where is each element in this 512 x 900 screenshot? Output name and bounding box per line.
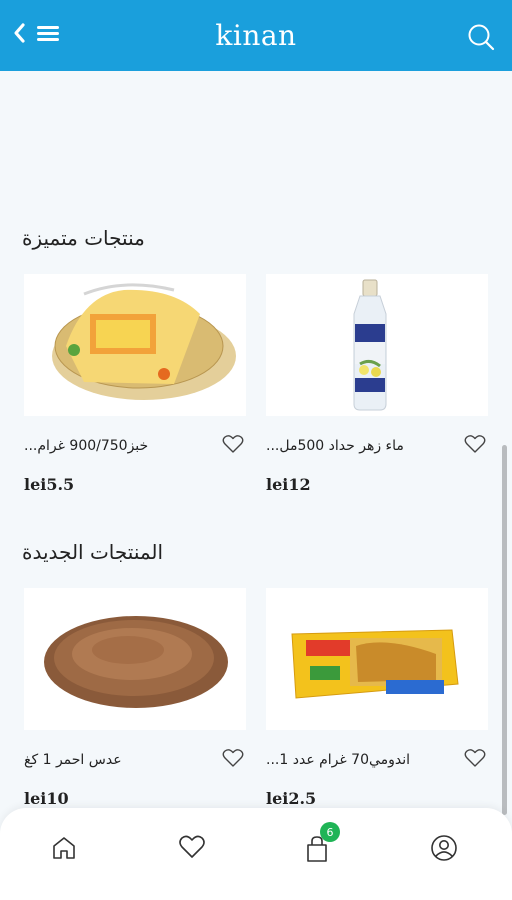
cart-count-badge: 6 (320, 822, 340, 842)
heart-icon (464, 749, 486, 767)
favorite-button[interactable] (222, 748, 244, 772)
product-price: lei10 (24, 789, 69, 808)
scrollbar[interactable] (502, 445, 507, 815)
product-image[interactable] (266, 274, 488, 416)
search-icon (468, 24, 495, 51)
product-name-row: ماء زهر حداد 500مل... (266, 434, 488, 458)
top-app-bar: kinan (0, 0, 512, 71)
product-name-row: عدس احمر 1 كغ (24, 748, 246, 772)
home-icon (53, 837, 75, 859)
section-title-new: المنتجات الجديدة (22, 540, 164, 564)
menu-icon (37, 26, 59, 41)
product-price: lei2.5 (266, 789, 317, 808)
favorite-button[interactable] (222, 434, 244, 458)
heart-icon (179, 835, 205, 858)
bottom-nav: 6 (0, 808, 512, 900)
nav-cart[interactable]: 6 (304, 822, 340, 868)
product-image[interactable] (24, 274, 246, 416)
product-image[interactable] (24, 588, 246, 730)
product-name[interactable]: عدس احمر 1 كغ (24, 752, 122, 768)
product-name-row: خبز900/750 غرام... (24, 434, 246, 458)
product-card[interactable]: خبز900/750 غرام... lei5.5 (24, 274, 246, 494)
nav-favorites[interactable] (178, 834, 206, 864)
chevron-left-icon (14, 23, 25, 43)
menu-button[interactable] (36, 23, 60, 43)
nav-profile[interactable] (430, 834, 458, 866)
product-image[interactable] (266, 588, 488, 730)
nav-home[interactable] (50, 834, 78, 866)
product-card[interactable]: ماء زهر حداد 500مل... lei12 (266, 274, 488, 494)
section-title-featured: منتجات متميزة (22, 226, 145, 250)
heart-icon (222, 749, 244, 767)
product-price: lei5.5 (24, 475, 75, 494)
product-name[interactable]: خبز900/750 غرام... (24, 438, 148, 454)
favorite-button[interactable] (464, 748, 486, 772)
product-card[interactable]: اندومي70 غرام عدد 1... lei2.5 (266, 588, 488, 808)
header-left-controls (12, 22, 60, 44)
search-button[interactable] (466, 22, 496, 56)
user-icon (431, 835, 457, 861)
app-title: kinan (215, 19, 297, 52)
heart-icon (222, 435, 244, 453)
product-card[interactable]: عدس احمر 1 كغ lei10 (24, 588, 246, 808)
product-name[interactable]: اندومي70 غرام عدد 1... (266, 752, 410, 768)
product-name[interactable]: ماء زهر حداد 500مل... (266, 438, 404, 454)
product-name-row: اندومي70 غرام عدد 1... (266, 748, 488, 772)
favorite-button[interactable] (464, 434, 486, 458)
back-button[interactable] (12, 22, 26, 44)
heart-icon (464, 435, 486, 453)
product-price: lei12 (266, 475, 311, 494)
